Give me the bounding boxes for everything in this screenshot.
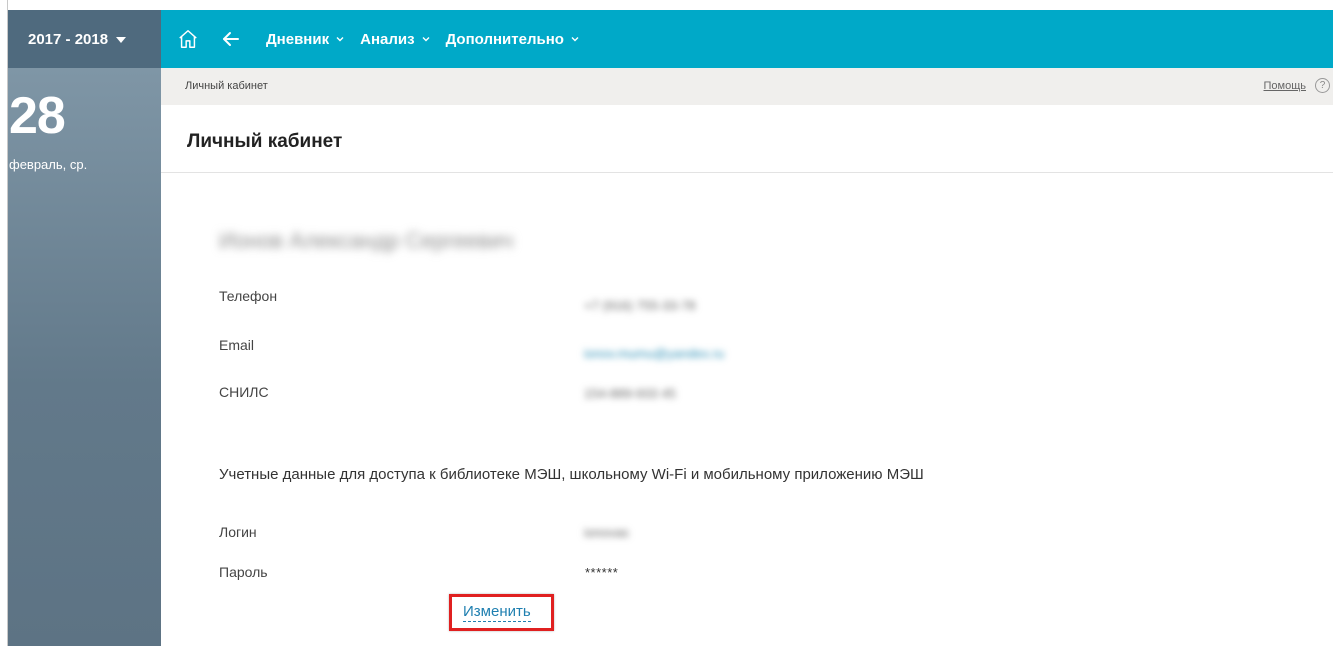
caret-down-icon [116, 37, 127, 43]
login-label: Логин [219, 524, 257, 540]
credentials-heading: Учетные данные для доступа к библиотеке … [219, 466, 924, 483]
phone-value: +7 (916) 755-33-78 [584, 298, 696, 313]
year-selector-label: 2017 - 2018 [28, 30, 109, 48]
nav-menu-additional[interactable]: Дополнительно [446, 31, 580, 48]
nav-menu-diary-label: Дневник [266, 30, 330, 48]
current-month-weekday: февраль, ср. [9, 157, 88, 172]
current-day: 28 [9, 87, 66, 145]
breadcrumb: Личный кабинет Помощь ? [161, 68, 1333, 105]
change-credentials-link[interactable]: Изменить [463, 603, 531, 622]
chevron-down-icon [571, 37, 579, 42]
email-value[interactable]: ionov.mumu@yandex.ru [584, 346, 724, 361]
snils-value: 154-889-933 45 [584, 386, 676, 401]
nav-menu-diary[interactable]: Дневник [266, 31, 345, 48]
back-arrow-icon[interactable] [221, 29, 241, 49]
chevron-down-icon [336, 37, 344, 42]
email-label: Email [219, 337, 255, 353]
page-title: Личный кабинет [187, 131, 343, 152]
help-icon[interactable]: ? [1315, 78, 1330, 93]
nav-menu-additional-label: Дополнительно [445, 30, 564, 48]
login-value: ionovas [584, 525, 629, 540]
password-value: ****** [585, 565, 619, 580]
help-link[interactable]: Помощь [1264, 80, 1307, 92]
nav-menu-analysis-label: Анализ [360, 30, 415, 48]
snils-label: СНИЛС [219, 384, 269, 400]
top-navigation-bar: Дневник Анализ Дополнительно [161, 10, 1333, 68]
password-label: Пароль [219, 564, 268, 580]
user-full-name: Ионов Александр Сергеевич [219, 228, 514, 253]
phone-label: Телефон [219, 288, 278, 304]
year-selector[interactable]: 2017 - 2018 [8, 10, 161, 68]
home-icon[interactable] [177, 28, 199, 50]
date-sidebar: 28 февраль, ср. [8, 68, 161, 646]
chevron-down-icon [422, 37, 430, 42]
title-divider [161, 172, 1333, 173]
nav-menu-analysis[interactable]: Анализ [360, 31, 430, 48]
breadcrumb-current: Личный кабинет [185, 80, 268, 92]
